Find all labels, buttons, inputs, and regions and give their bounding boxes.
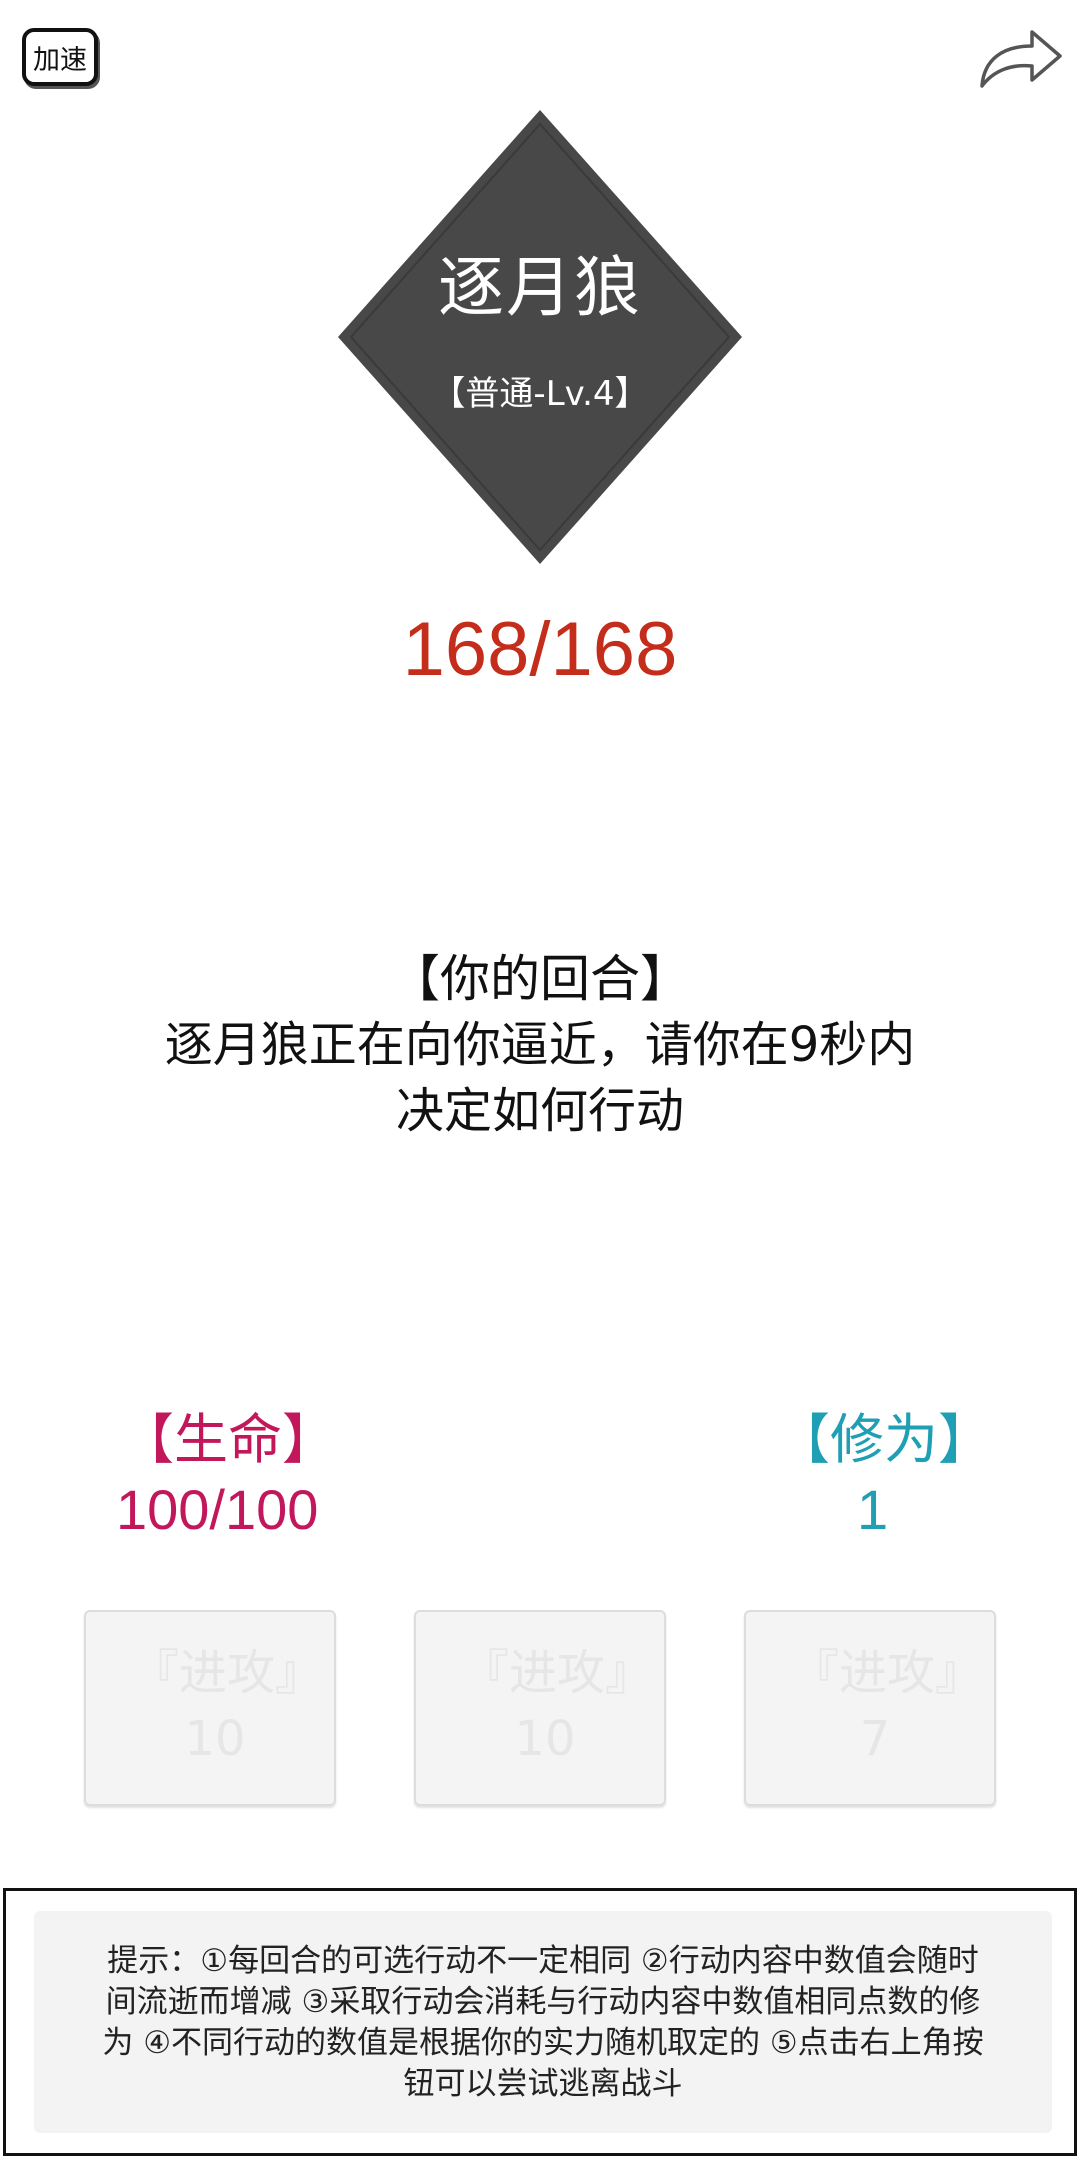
enemy-diamond-shape [338, 110, 742, 564]
enemy-hp: 168/168 [402, 607, 678, 692]
speed-up-button[interactable]: 加速 [22, 28, 98, 86]
enemy-card: 逐月狼 【普通-Lv.4】 [338, 110, 742, 564]
player-hp-value: 100/100 [116, 1478, 319, 1541]
tip-panel: 提示：①每回合的可选行动不一定相同 ②行动内容中数值会随时间流逝而增减 ③采取行… [3, 1888, 1077, 2156]
player-cultivation-value: 1 [857, 1478, 889, 1541]
enemy-name: 逐月狼 [438, 249, 642, 326]
attack-button-1[interactable]: 『进攻』10 [84, 1610, 336, 1806]
attack-button-2[interactable]: 『进攻』10 [414, 1610, 666, 1806]
turn-message: 逐月狼正在向你逼近，请你在9秒内决定如何行动 [164, 1017, 916, 1139]
tip-text: 提示：①每回合的可选行动不一定相同 ②行动内容中数值会随时间流逝而增减 ③采取行… [34, 1911, 1052, 2133]
enemy-level: 【普通-Lv.4】 [431, 374, 649, 414]
attack-button-3[interactable]: 『进攻』7 [744, 1610, 996, 1806]
player-hp-label: 【生命】 [120, 1408, 336, 1471]
turn-title: 【你的回合】 [390, 950, 690, 1008]
player-cultivation-label: 【修为】 [776, 1408, 992, 1471]
share-arrow-icon[interactable] [976, 20, 1066, 100]
